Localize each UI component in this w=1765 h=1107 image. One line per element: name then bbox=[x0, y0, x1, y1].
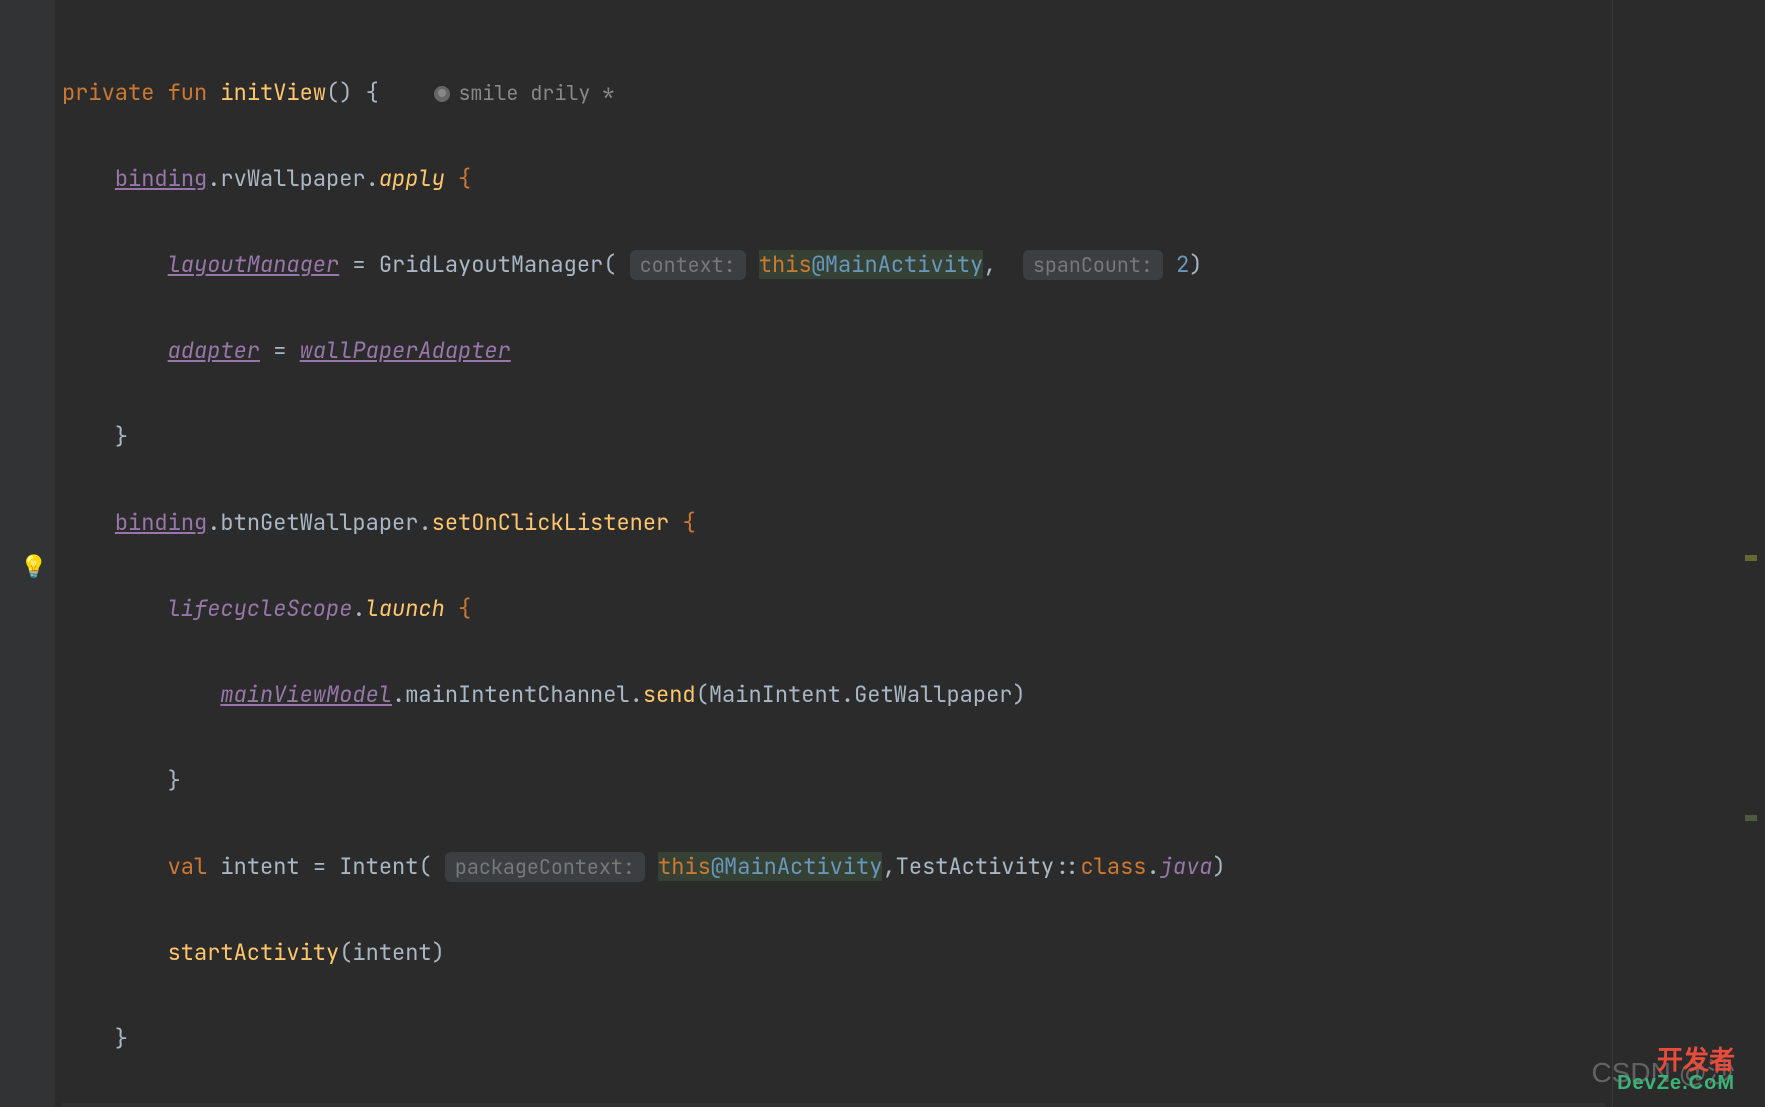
identifier: intent bbox=[220, 852, 299, 881]
code-line[interactable]: adapter = wallPaperAdapter bbox=[62, 329, 1765, 372]
code-line[interactable]: layoutManager = GridLayoutManager( conte… bbox=[62, 243, 1765, 286]
class-ref: GridLayoutManager bbox=[379, 250, 603, 279]
watermark-logo-title: 开发者 bbox=[1617, 1047, 1735, 1073]
property: binding bbox=[115, 164, 207, 193]
code-line[interactable]: } bbox=[62, 1017, 1765, 1060]
identifier: GetWallpaper bbox=[854, 680, 1012, 709]
code-line[interactable]: lifecycleScope.launch { bbox=[62, 587, 1765, 630]
identifier: rvWallpaper bbox=[220, 164, 365, 193]
param-hint: packageContext: bbox=[445, 852, 645, 882]
code-line[interactable]: } bbox=[62, 759, 1765, 802]
watermark-logo: 开发者 DevZe.CoM bbox=[1617, 1047, 1735, 1093]
code-line[interactable]: } bbox=[62, 415, 1765, 458]
author-annotation: smile drily * bbox=[434, 80, 614, 106]
code-line[interactable]: val intent = Intent( packageContext: thi… bbox=[62, 845, 1765, 888]
property: layoutManager bbox=[168, 250, 340, 279]
property: java bbox=[1160, 852, 1213, 881]
code-line[interactable]: mainViewModel.mainIntentChannel.send(Mai… bbox=[62, 673, 1765, 716]
code-line-current[interactable]: FlowBus.with<MessageEvent>( key: "test")… bbox=[62, 1103, 1605, 1107]
class-ref: TestActivity bbox=[896, 852, 1054, 881]
property: mainViewModel bbox=[220, 680, 392, 709]
author-icon bbox=[434, 86, 450, 102]
code-line[interactable]: binding.btnGetWallpaper.setOnClickListen… bbox=[62, 501, 1765, 544]
class-ref: Intent bbox=[339, 852, 418, 881]
property: adapter bbox=[168, 336, 260, 365]
function-name: initView bbox=[220, 78, 326, 107]
keyword-this: this bbox=[658, 852, 711, 881]
label: @MainActivity bbox=[711, 852, 883, 881]
keyword: class bbox=[1080, 852, 1146, 881]
keyword: val bbox=[168, 852, 208, 881]
property: lifecycleScope bbox=[168, 594, 353, 623]
code-area[interactable]: private fun initView() { smile drily * b… bbox=[62, 0, 1765, 1107]
keyword: fun bbox=[168, 78, 208, 107]
class-ref: MainIntent bbox=[709, 680, 841, 709]
method: startActivity bbox=[168, 938, 340, 967]
author-name: smile drily * bbox=[458, 80, 614, 106]
keyword-this: this bbox=[759, 250, 812, 279]
method: launch bbox=[366, 594, 445, 623]
intention-bulb-icon[interactable]: 💡 bbox=[20, 552, 47, 581]
label: @MainActivity bbox=[812, 250, 984, 279]
code-line[interactable]: binding.rvWallpaper.apply { bbox=[62, 157, 1765, 200]
method: send bbox=[643, 680, 696, 709]
method: setOnClickListener bbox=[432, 508, 670, 537]
code-editor[interactable]: 💡 private fun initView() { smile drily *… bbox=[0, 0, 1765, 1107]
identifier: mainIntentChannel bbox=[405, 680, 629, 709]
code-line[interactable]: startActivity(intent) bbox=[62, 931, 1765, 974]
gutter: 💡 bbox=[0, 0, 55, 1107]
property: wallPaperAdapter bbox=[300, 336, 511, 365]
property: binding bbox=[115, 508, 207, 537]
keyword: private bbox=[62, 78, 154, 107]
number: 2 bbox=[1176, 250, 1189, 279]
identifier: btnGetWallpaper bbox=[220, 508, 418, 537]
watermark-logo-sub: DevZe.CoM bbox=[1617, 1073, 1735, 1093]
param-hint: context: bbox=[630, 250, 746, 280]
code-line[interactable]: private fun initView() { smile drily * bbox=[62, 71, 1765, 114]
method: apply bbox=[379, 164, 445, 193]
identifier: intent bbox=[352, 938, 431, 967]
param-hint: spanCount: bbox=[1023, 250, 1163, 280]
